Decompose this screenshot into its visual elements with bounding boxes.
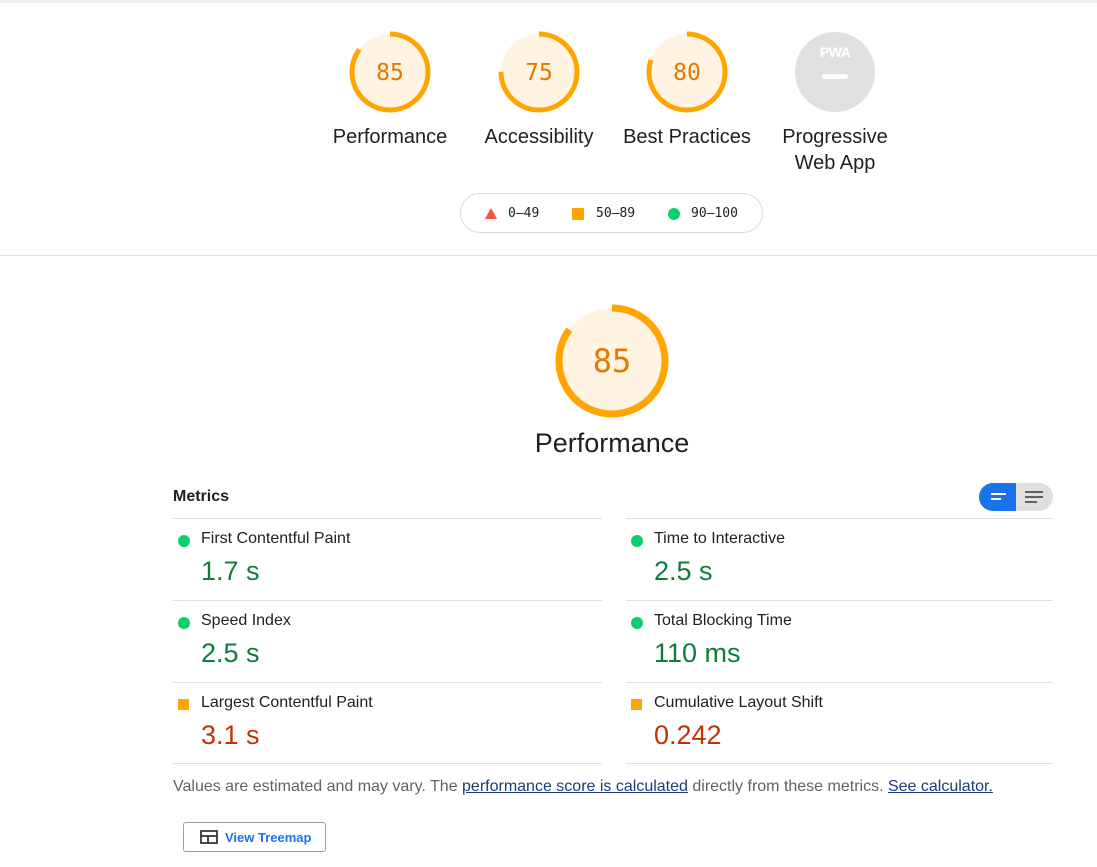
gauge-ring-performance: 85 [349,31,431,113]
circle-icon [668,208,680,220]
gauge-label-accessibility: Accessibility [484,126,594,148]
metric-value: 0.242 [654,720,722,750]
metric-value: 3.1 s [201,720,260,750]
metric-label: First Contentful Paint [201,530,351,547]
view-treemap-button[interactable]: View Treemap [183,822,326,852]
performance-score-large: 85 [593,342,632,380]
legend-range-pass: 90–100 [691,206,738,221]
legend-range-fail: 0–49 [508,206,540,221]
metric-row-divider [173,518,602,519]
pwa-na-dash [822,74,848,79]
metric-row-divider [626,763,1053,764]
metric-row-divider [626,600,1053,601]
gauge-accessibility[interactable]: 75 Accessibility [464,30,614,150]
gauge-performance[interactable]: 85 Performance [315,30,465,150]
metric-value: 2.5 s [201,638,260,668]
pass-circle-icon [178,535,190,547]
gauge-score-best-practices: 80 [673,60,701,86]
note-text-middle: directly from these metrics. [687,778,888,795]
pass-circle-icon [631,617,643,629]
gauge-pwa[interactable]: PWA Progressive Web App [760,30,910,176]
metrics-heading: Metrics [173,488,230,505]
gauge-best-practices[interactable]: 80 Best Practices [612,30,762,150]
see-calculator-link[interactable]: See calculator. [888,778,993,795]
metric-label: Time to Interactive [654,530,786,547]
score-calculation-link[interactable]: performance score is calculated [462,778,688,795]
metric-value: 110 ms [654,638,741,668]
pass-circle-icon [631,535,643,547]
metric-label: Total Blocking Time [654,612,792,629]
lines-full-icon [1025,491,1043,503]
gauge-label-performance: Performance [332,126,448,148]
gauge-score-accessibility: 75 [525,60,553,86]
average-square-icon [178,699,189,710]
metric-row-divider [626,518,1053,519]
triangle-icon [485,208,497,219]
performance-title: Performance [534,428,690,458]
gauge-label-pwa-line2: Web App [794,152,876,174]
treemap-icon [200,830,218,844]
score-scale-legend: 0–49 50–89 90–100 [460,193,763,233]
gauge-label-best-practices: Best Practices [623,126,751,148]
metric-label: Cumulative Layout Shift [654,694,823,711]
metric-row-divider [626,682,1053,683]
gauge-score-performance: 85 [376,60,404,86]
compact-view-button[interactable] [979,483,1016,511]
metric-row-divider [173,600,602,601]
gauge-ring-accessibility: 75 [498,31,580,113]
gauge-ring-best-practices: 80 [646,31,728,113]
metric-value: 2.5 s [654,556,713,586]
view-treemap-label: View Treemap [225,830,312,845]
metric-row-divider [173,682,602,683]
metric-label: Largest Contentful Paint [201,694,373,711]
note-text-prefix: Values are estimated and may vary. The [173,778,463,795]
gauge-label-pwa-line1: Progressive [782,126,888,148]
expanded-view-button[interactable] [1016,483,1053,511]
average-square-icon [631,699,642,710]
lines-short-icon [991,493,1006,500]
performance-gauge-large: 85 [555,304,669,418]
top-border [0,0,1097,3]
metrics-view-toggle[interactable] [979,483,1053,511]
pwa-badge-icon [795,32,875,112]
metrics-note: Values are estimated and may vary. The p… [173,778,993,796]
legend-range-average: 50–89 [596,206,636,221]
pwa-badge-text: PWA [819,44,851,60]
metric-value: 1.7 s [201,556,260,586]
square-icon [572,208,584,220]
section-divider [0,255,1097,256]
metric-row-divider [173,763,602,764]
metric-label: Speed Index [201,612,291,629]
pass-circle-icon [178,617,190,629]
gauge-label-pwa: Progressive Web App [760,124,910,176]
